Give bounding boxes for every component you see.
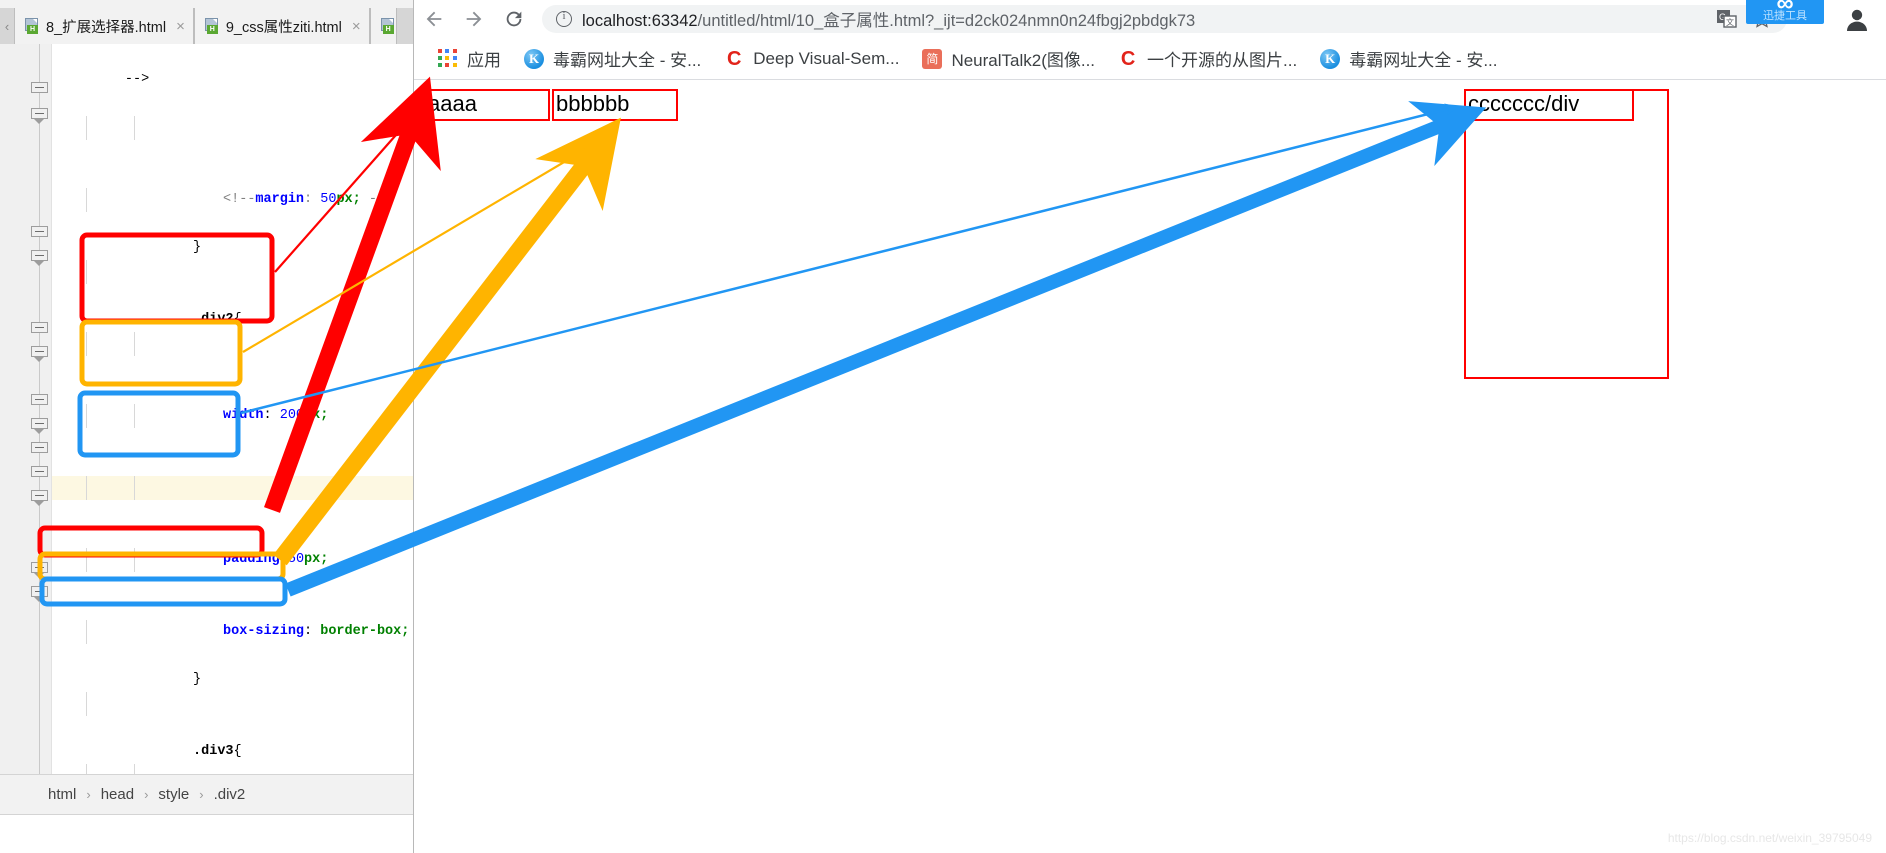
html-file-icon: H	[380, 18, 396, 34]
code-line: box-sizing: border-box;	[52, 548, 413, 639]
code-line: height:200px;	[52, 404, 413, 495]
ide-tab-0[interactable]: H 8_扩展选择器.html ×	[14, 8, 194, 44]
rendered-div5: ccccccc/div	[1464, 89, 1634, 121]
code-line-current: padding:50px;	[52, 476, 413, 567]
jianshu-icon: 简	[922, 48, 943, 69]
ide-tab-bar: ‹ H 8_扩展选择器.html × H 9_css属性ziti.html × …	[0, 8, 413, 44]
bookmarks-bar: 应用 K 毒霸网址大全 - 安... C Deep Visual-Sem... …	[414, 38, 1886, 80]
apps-grid-icon	[438, 48, 458, 69]
bookmark-label: 应用	[467, 51, 501, 70]
close-icon[interactable]: ×	[352, 18, 361, 35]
svg-text:文: 文	[1726, 17, 1734, 27]
reload-button[interactable]	[494, 0, 534, 38]
url-text: localhost:63342/untitled/html/10_盒子属性.ht…	[582, 7, 1707, 31]
page-viewport: aaaa bbbbbb ccccccc/div https://blog.csd…	[414, 81, 1886, 853]
kingsoft-k-icon: K	[1320, 48, 1341, 69]
ide-tab-label: 9_css属性ziti.html	[225, 19, 342, 36]
code-folding-rail[interactable]	[28, 44, 52, 774]
code-line: width: 200px;	[52, 332, 413, 423]
ide-top-strip	[0, 0, 413, 8]
fold-marker[interactable]	[31, 586, 48, 602]
ide-tab-1[interactable]: H 9_css属性ziti.html ×	[193, 8, 370, 44]
html-file-icon: H	[204, 18, 220, 34]
bookmark-duba-1[interactable]: K 毒霸网址大全 - 安...	[514, 42, 714, 75]
chevron-right-icon: ›	[86, 787, 91, 802]
close-icon[interactable]: ×	[176, 18, 185, 35]
fold-marker[interactable]	[31, 466, 48, 481]
ide-status-area	[0, 814, 413, 853]
address-bar[interactable]: localhost:63342/untitled/html/10_盒子属性.ht…	[542, 5, 1787, 33]
code-line: <!--margin: 50px; -->	[52, 116, 413, 207]
fold-marker[interactable]	[31, 562, 48, 578]
url-host: localhost:63342	[582, 12, 698, 30]
reload-icon	[506, 11, 522, 27]
forward-button[interactable]	[454, 0, 494, 38]
bookmark-deep-visual-sem[interactable]: C Deep Visual-Sem...	[714, 45, 912, 73]
fold-marker[interactable]	[31, 226, 48, 241]
chevron-right-icon: ›	[199, 787, 204, 802]
bookmark-label: Deep Visual-Sem...	[753, 48, 900, 68]
fold-marker[interactable]	[31, 394, 48, 409]
fold-marker[interactable]	[31, 82, 48, 97]
browser-pane: localhost:63342/untitled/html/10_盒子属性.ht…	[414, 0, 1886, 853]
bookmark-label: 毒霸网址大全 - 安...	[1349, 51, 1498, 70]
kingsoft-k-icon: K	[524, 48, 544, 69]
fold-marker[interactable]	[31, 108, 48, 124]
bookmark-apps[interactable]: 应用	[428, 42, 514, 75]
watermark: https://blog.csdn.net/weixin_39795049	[1667, 831, 1872, 845]
profile-icon	[1847, 9, 1867, 31]
rendered-div2	[1464, 89, 1669, 379]
breadcrumb-item-head[interactable]: head	[101, 786, 134, 803]
browser-toolbar: localhost:63342/untitled/html/10_盒子属性.ht…	[414, 0, 1886, 38]
rendered-div3: aaaa	[424, 89, 550, 121]
extension-badge[interactable]: ∞ 迅捷工具	[1746, 0, 1824, 24]
c-red-icon: C	[1118, 48, 1139, 69]
site-info-icon[interactable]	[556, 10, 572, 27]
c-red-icon: C	[724, 48, 745, 69]
code-line: }	[52, 188, 413, 255]
code-content[interactable]: --> <!--margin: 50px; --> } .div2{width…	[52, 44, 413, 774]
code-line: }	[52, 620, 413, 687]
avatar[interactable]	[1842, 4, 1872, 34]
bookmark-label: 一个开源的从图片...	[1147, 51, 1298, 70]
breadcrumb-item-div2[interactable]: .div2	[214, 786, 246, 803]
fold-marker[interactable]	[31, 250, 48, 266]
bookmark-label: NeuralTalk2(图像...	[951, 51, 1096, 70]
code-editor[interactable]: --> <!--margin: 50px; --> } .div2{width…	[0, 44, 413, 774]
translate-icon[interactable]: G 文	[1717, 10, 1737, 28]
html-file-icon: H	[25, 18, 40, 34]
code-line-div3-selector: .div3{	[52, 692, 413, 759]
ide-pane: ‹ H 8_扩展选择器.html × H 9_css属性ziti.html × …	[0, 0, 414, 853]
bookmark-duba-2[interactable]: K 毒霸网址大全 - 安...	[1310, 42, 1510, 75]
fold-marker[interactable]	[31, 442, 48, 457]
breadcrumb: html › head › style › .div2	[0, 774, 413, 814]
tab-scroll-left-icon[interactable]: ‹	[0, 8, 14, 44]
breadcrumb-item-html[interactable]: html	[48, 786, 76, 803]
bookmark-open-source-image[interactable]: C 一个开源的从图片...	[1108, 42, 1310, 75]
breadcrumb-item-style[interactable]: style	[158, 786, 189, 803]
fold-marker[interactable]	[31, 418, 48, 434]
code-line-div3-float: float: left;	[52, 764, 413, 774]
chevron-right-icon: ›	[144, 787, 149, 802]
ide-tab-label: 8_扩展选择器.html	[46, 19, 167, 36]
bookmark-label: 毒霸网址大全 - 安...	[553, 51, 702, 70]
bookmark-neuraltalk2[interactable]: 简 NeuralTalk2(图像...	[912, 42, 1108, 75]
fold-marker[interactable]	[31, 322, 48, 337]
fold-marker[interactable]	[31, 346, 48, 362]
back-arrow-icon	[426, 11, 442, 27]
forward-arrow-icon	[466, 11, 482, 27]
ide-tab-partial[interactable]: H	[369, 8, 397, 44]
url-path: /untitled/html/10_盒子属性.html?_ijt=d2ck024…	[697, 12, 1196, 30]
back-button[interactable]	[414, 0, 454, 38]
rendered-div4: bbbbbb	[552, 89, 678, 121]
screenshot-root: ‹ H 8_扩展选择器.html × H 9_css属性ziti.html × …	[0, 0, 1886, 853]
fold-marker[interactable]	[31, 490, 48, 506]
code-line: .div2{	[52, 260, 413, 327]
infinity-icon: ∞	[1776, 0, 1794, 17]
